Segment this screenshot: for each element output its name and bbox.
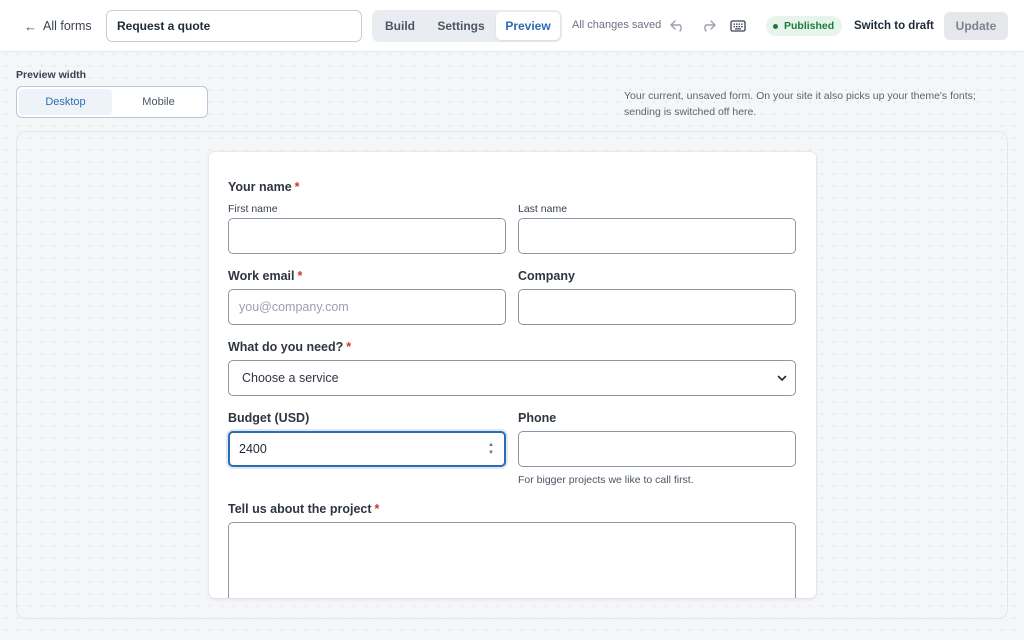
- status-badge-label: Published: [784, 20, 835, 32]
- tab-settings[interactable]: Settings: [426, 12, 496, 40]
- tab-preview[interactable]: Preview: [496, 12, 560, 40]
- phone-input[interactable]: [518, 431, 796, 467]
- preview-desktop-option[interactable]: Desktop: [19, 89, 112, 115]
- form-preview-card: Your name * First name Last name Work ema…: [209, 152, 816, 598]
- project-textarea[interactable]: [228, 522, 796, 598]
- company-input[interactable]: [518, 289, 796, 325]
- service-label-text: What do you need?: [228, 340, 344, 354]
- project-label-text: Tell us about the project: [228, 502, 372, 516]
- undo-icon[interactable]: [667, 15, 689, 37]
- service-select-value: Choose a service: [242, 371, 339, 385]
- tab-build[interactable]: Build: [374, 12, 426, 40]
- arrow-left-icon: ←: [24, 18, 37, 34]
- update-button[interactable]: Update: [944, 12, 1008, 40]
- redo-icon[interactable]: [697, 15, 719, 37]
- budget-input[interactable]: 2400 ▲ ▼: [228, 431, 506, 467]
- required-mark: *: [294, 180, 300, 194]
- number-spinner-icon[interactable]: ▲ ▼: [488, 442, 494, 456]
- work-email-input[interactable]: [228, 289, 506, 325]
- top-bar: ← All forms Build Settings Preview All c…: [0, 0, 1024, 52]
- required-mark: *: [346, 340, 352, 354]
- preview-canvas: Your name * First name Last name Work ema…: [16, 131, 1008, 619]
- mode-tabs: Build Settings Preview: [372, 10, 562, 42]
- your-name-label-text: Your name: [228, 180, 292, 194]
- service-select[interactable]: Choose a service: [228, 360, 796, 396]
- phone-hint: For bigger projects we like to call firs…: [518, 474, 694, 486]
- chevron-down-icon: [777, 371, 787, 385]
- first-name-label: First name: [228, 203, 278, 215]
- last-name-label: Last name: [518, 203, 568, 215]
- required-mark: *: [374, 502, 380, 516]
- status-badge: Published: [766, 16, 843, 36]
- all-forms-label: All forms: [43, 19, 92, 33]
- preview-width-toggle: Desktop Mobile: [16, 86, 208, 118]
- all-forms-link[interactable]: ← All forms: [24, 17, 92, 35]
- switch-to-draft-button[interactable]: Switch to draft: [848, 13, 940, 39]
- status-dot-icon: [773, 23, 778, 29]
- form-title-input[interactable]: [106, 10, 362, 42]
- project-label: Tell us about the project *: [228, 502, 379, 516]
- your-name-label: Your name *: [228, 180, 300, 194]
- save-status: All changes saved: [572, 19, 662, 31]
- work-email-label: Work email *: [228, 269, 302, 283]
- service-label: What do you need? *: [228, 340, 351, 354]
- preview-width-label: Preview width: [16, 69, 87, 81]
- budget-label: Budget (USD): [228, 411, 310, 425]
- preview-mobile-option[interactable]: Mobile: [112, 89, 205, 115]
- first-name-input[interactable]: [228, 218, 506, 254]
- last-name-input[interactable]: [518, 218, 796, 254]
- preview-note: Your current, unsaved form. On your site…: [624, 90, 976, 118]
- budget-value: 2400: [239, 442, 267, 456]
- required-mark: *: [297, 269, 303, 283]
- keyboard-icon[interactable]: [727, 15, 749, 37]
- phone-label: Phone: [518, 411, 557, 425]
- company-label: Company: [518, 269, 575, 283]
- work-email-label-text: Work email: [228, 269, 295, 283]
